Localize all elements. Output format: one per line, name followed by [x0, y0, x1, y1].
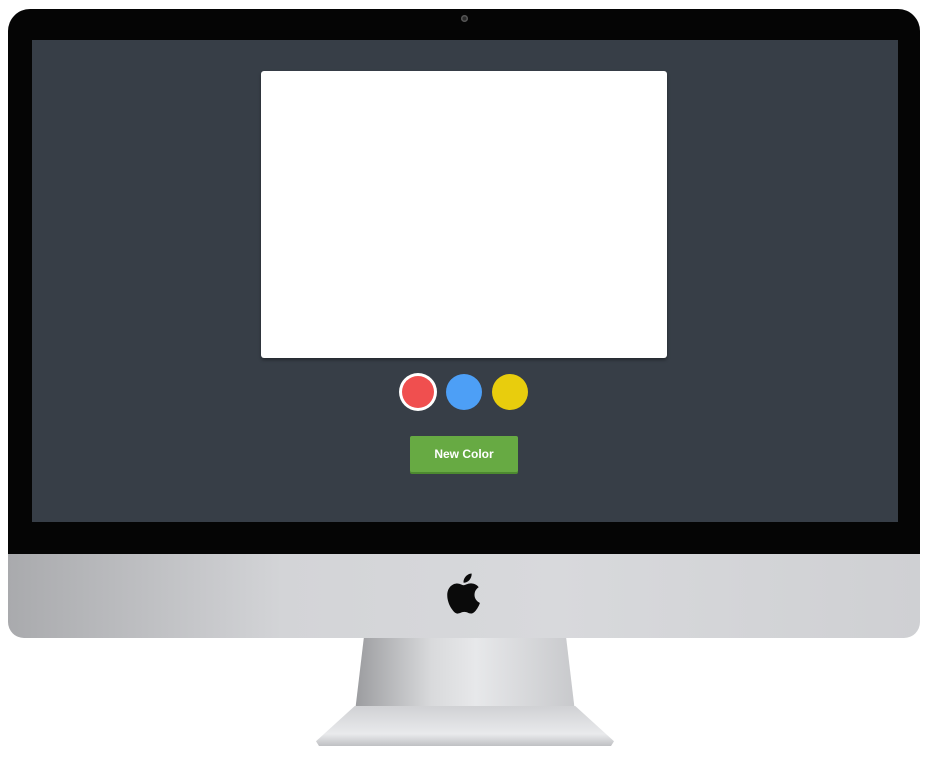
- apple-logo-icon: [447, 573, 480, 614]
- drawing-canvas[interactable]: [261, 71, 667, 358]
- monitor-stand-foot: [316, 706, 614, 746]
- swatch-blue[interactable]: [446, 374, 482, 410]
- swatch-yellow[interactable]: [492, 374, 528, 410]
- app-screen: New Color: [32, 40, 898, 522]
- new-color-button[interactable]: New Color: [410, 436, 518, 472]
- color-swatches: [398, 371, 528, 411]
- imac-mockup: New Color: [0, 0, 930, 758]
- monitor-stand-neck: [355, 638, 575, 712]
- swatch-red[interactable]: [402, 376, 434, 408]
- webcam-icon: [461, 15, 468, 22]
